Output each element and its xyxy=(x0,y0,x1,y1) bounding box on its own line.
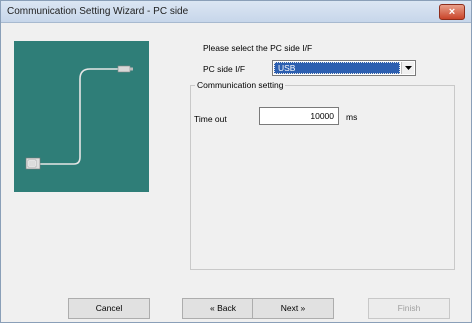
usb-illustration-panel xyxy=(14,41,149,192)
dropdown-button[interactable] xyxy=(401,62,414,74)
timeout-label: Time out xyxy=(194,114,227,124)
communication-setting-title: Communication setting xyxy=(195,80,286,90)
timeout-unit-label: ms xyxy=(346,112,358,122)
finish-button[interactable]: Finish xyxy=(368,298,450,319)
pc-side-if-label: PC side I/F xyxy=(203,64,246,74)
pc-side-if-selected-value: USB xyxy=(274,62,400,74)
pc-side-if-select[interactable]: USB xyxy=(272,60,416,76)
cancel-button[interactable]: Cancel xyxy=(68,298,150,319)
usb-cable-icon xyxy=(25,65,133,170)
next-button[interactable]: Next » xyxy=(252,298,334,319)
chevron-down-icon xyxy=(405,66,412,70)
close-icon: × xyxy=(448,6,456,18)
wizard-window: Communication Setting Wizard - PC side ×… xyxy=(0,0,472,323)
title-bar: Communication Setting Wizard - PC side × xyxy=(1,1,471,23)
select-if-prompt: Please select the PC side I/F xyxy=(203,43,313,53)
timeout-input[interactable]: 10000 xyxy=(259,107,339,125)
window-title: Communication Setting Wizard - PC side xyxy=(7,6,189,17)
close-button[interactable]: × xyxy=(439,4,465,20)
